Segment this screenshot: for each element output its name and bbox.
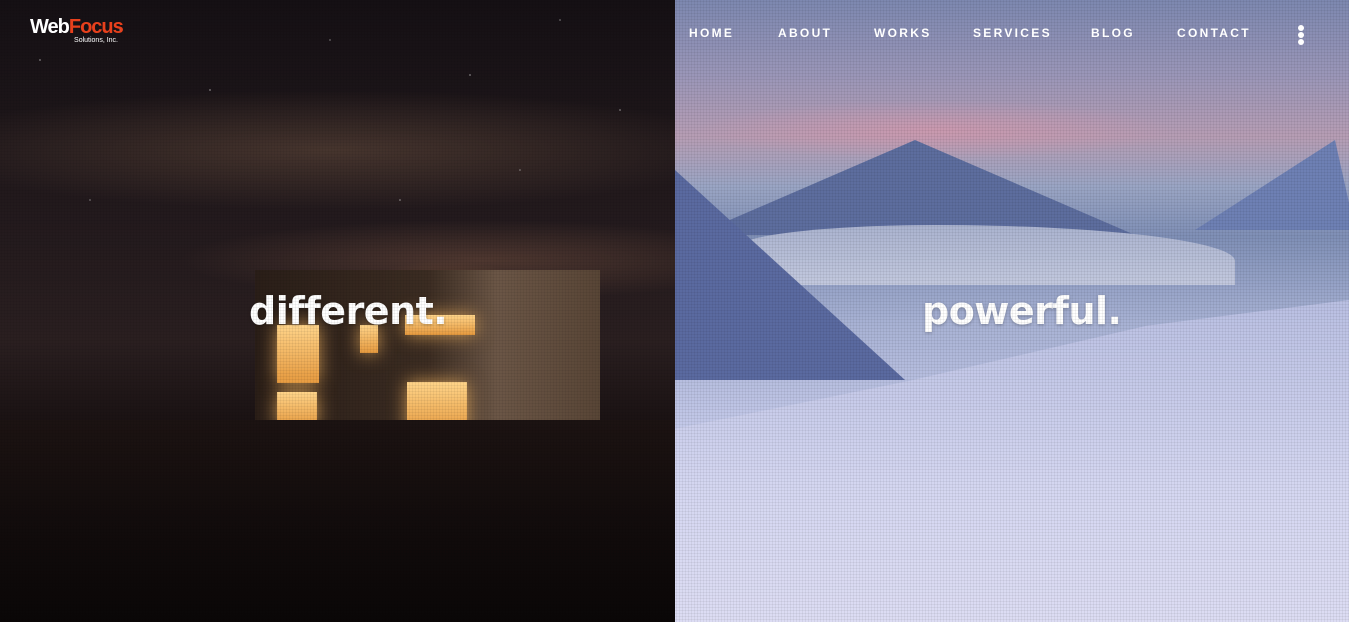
- hero-right-headline: powerful.: [922, 289, 1122, 333]
- logo-web-text: Web: [30, 16, 70, 38]
- menu-dot: [1298, 25, 1304, 31]
- hero-left-panel: different.: [0, 0, 675, 622]
- more-vertical-icon[interactable]: [1295, 25, 1307, 45]
- menu-dot: [1298, 39, 1304, 45]
- cabin-window: [277, 325, 319, 383]
- nav-item-contact[interactable]: CONTACT: [1177, 26, 1251, 40]
- nav-item-blog[interactable]: BLOG: [1091, 26, 1135, 40]
- left-slope: [675, 170, 905, 380]
- dark-ground: [0, 420, 675, 622]
- logo-wordmark: WebFocus: [30, 16, 124, 38]
- right-mountain: [1195, 140, 1349, 230]
- brand-logo[interactable]: WebFocus Solutions, Inc.: [30, 16, 124, 48]
- logo-subtitle: Solutions, Inc.: [74, 37, 118, 44]
- logo-focus-text: Focus: [68, 16, 124, 38]
- site-header: WebFocus Solutions, Inc. HOME ABOUT WORK…: [0, 0, 1349, 68]
- menu-dot: [1298, 32, 1304, 38]
- hero-left-headline: different.: [249, 289, 448, 333]
- nav-item-home[interactable]: HOME: [689, 26, 734, 40]
- nav-item-works[interactable]: WORKS: [874, 26, 932, 40]
- nav-item-services[interactable]: SERVICES: [973, 26, 1052, 40]
- nav-item-about[interactable]: ABOUT: [778, 26, 832, 40]
- page: different. powerful. WebFocus Solutions,…: [0, 0, 1349, 622]
- hero-right-panel: powerful.: [675, 0, 1349, 622]
